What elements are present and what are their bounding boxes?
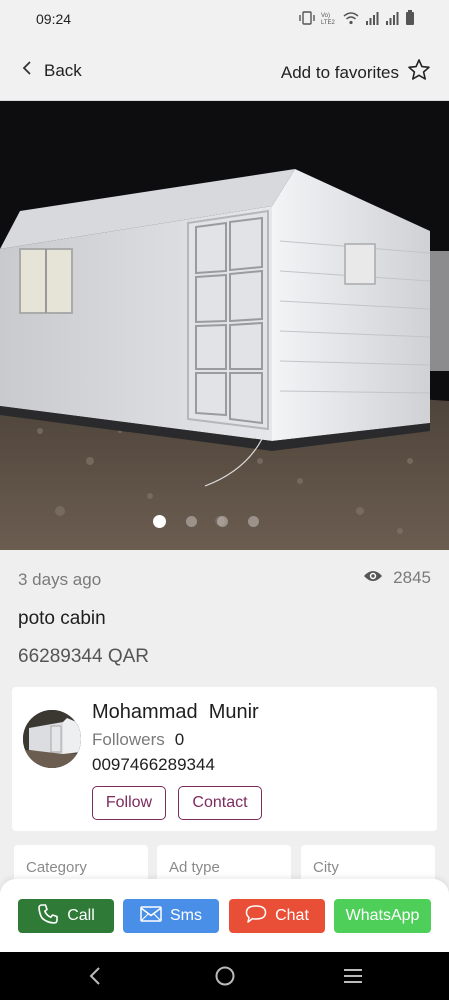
whatsapp-label: WhatsApp	[345, 907, 420, 924]
image-gallery[interactable]	[0, 101, 449, 550]
star-icon	[407, 58, 431, 87]
sms-button[interactable]: Sms	[123, 899, 219, 933]
ad-meta-row: 3 days ago 2845	[18, 566, 431, 592]
gallery-pagination	[0, 515, 449, 528]
followers-label: Followers	[92, 730, 165, 749]
app-bar: Back Add to favorites	[0, 38, 449, 101]
status-icons: Vo) LTE2	[299, 10, 415, 25]
vibrate-icon	[299, 10, 315, 25]
sms-label: Sms	[170, 907, 202, 924]
ad-price: 66289344 QAR	[18, 646, 149, 667]
call-button[interactable]: Call	[18, 899, 114, 933]
call-label: Call	[67, 907, 95, 924]
views-count: 2845	[363, 568, 431, 588]
listing-photo	[0, 101, 449, 550]
signal-icon	[385, 11, 399, 25]
status-bar: 09:24 Vo) LTE2	[0, 0, 449, 38]
ad-title: poto cabin	[18, 608, 106, 629]
chat-bubble-icon	[245, 904, 267, 929]
gallery-dot[interactable]	[248, 516, 259, 527]
battery-icon	[405, 10, 415, 25]
nav-recents-icon[interactable]	[341, 964, 365, 993]
chat-label: Chat	[275, 907, 309, 924]
seller-phone[interactable]: 0097466289344	[92, 755, 215, 775]
views-value: 2845	[393, 568, 431, 587]
avatar[interactable]	[23, 710, 81, 768]
chevron-left-icon	[22, 60, 32, 81]
system-navigation-bar	[0, 952, 449, 1000]
followers-row: Followers 0	[92, 730, 184, 750]
nav-back-icon[interactable]	[88, 964, 102, 993]
back-label: Back	[44, 60, 82, 80]
posted-time: 3 days ago	[18, 570, 102, 589]
nav-home-icon[interactable]	[213, 964, 237, 993]
contact-button[interactable]: Contact	[178, 786, 262, 820]
add-to-favorites-button[interactable]: Add to favorites	[281, 58, 431, 87]
gallery-dot[interactable]	[186, 516, 197, 527]
svg-text:LTE2: LTE2	[321, 20, 336, 25]
svg-text:Vo): Vo)	[321, 13, 330, 19]
chat-button[interactable]: Chat	[229, 899, 325, 933]
follow-button[interactable]: Follow	[92, 786, 166, 820]
signal-icon	[365, 11, 379, 25]
status-time: 09:24	[36, 11, 72, 27]
envelope-icon	[140, 905, 162, 927]
eye-icon	[363, 568, 383, 588]
favorites-label: Add to favorites	[280, 62, 399, 82]
back-button[interactable]: Back	[22, 60, 82, 81]
volte-icon: Vo) LTE2	[321, 11, 337, 25]
gallery-dot[interactable]	[217, 516, 228, 527]
whatsapp-button[interactable]: WhatsApp	[334, 899, 431, 933]
contact-action-bar: Call Sms Chat WhatsApp	[0, 879, 449, 952]
seller-name[interactable]: Mohammad Munir	[92, 701, 259, 724]
phone-icon	[37, 903, 59, 930]
followers-count: 0	[174, 730, 185, 749]
gallery-dot-active[interactable]	[153, 515, 166, 528]
seller-card: Mohammad Munir Followers 0 0097466289344 …	[12, 687, 437, 831]
wifi-icon	[343, 11, 359, 25]
